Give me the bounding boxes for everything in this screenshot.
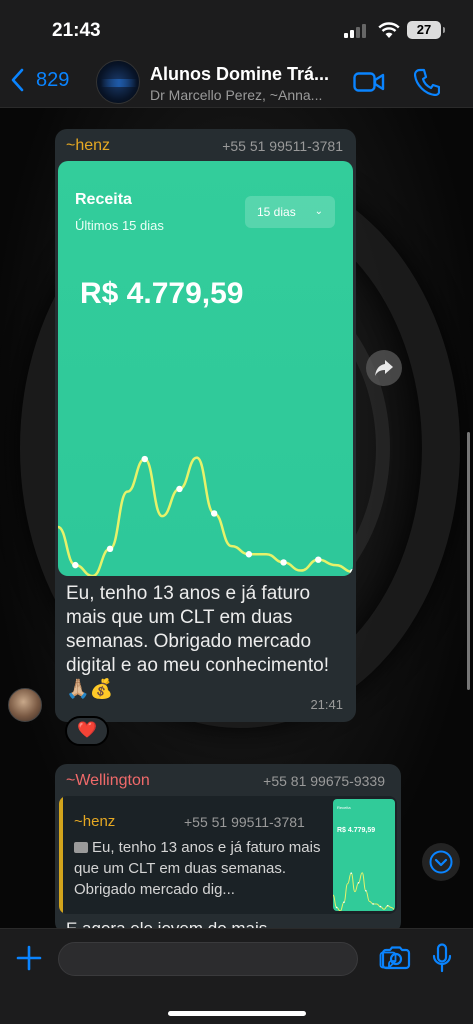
- scroll-indicator[interactable]: [467, 432, 470, 690]
- message-bubble[interactable]: ~henz +55 51 99511-3781 Receita Últimos …: [55, 129, 356, 722]
- message-sender[interactable]: ~Wellington: [66, 772, 150, 790]
- chart-point: [379, 905, 382, 908]
- group-avatar[interactable]: [96, 60, 140, 104]
- quoted-sender: ~henz: [74, 813, 116, 830]
- chevron-down-circle-icon: [429, 850, 453, 874]
- chat-header: 829 Alunos Domine Trá... Dr Marcello Per…: [0, 56, 473, 108]
- compose-bar: [0, 928, 473, 1024]
- message-sender[interactable]: ~henz: [66, 137, 110, 155]
- message-sender-phone: +55 81 99675-9339: [263, 773, 385, 789]
- chart-point: [106, 545, 114, 552]
- plus-icon[interactable]: [16, 945, 42, 971]
- thumbnail-value: R$ 4.779,59: [337, 827, 376, 834]
- status-time: 21:43: [52, 20, 101, 41]
- chart-point: [343, 901, 345, 903]
- message-sender-phone: +55 51 99511-3781: [222, 138, 343, 154]
- scroll-to-bottom-button[interactable]: [422, 843, 460, 881]
- message-bubble[interactable]: ~Wellington +55 81 99675-9339 ~henz +55 …: [55, 764, 401, 934]
- message-input[interactable]: [58, 942, 397, 976]
- battery-indicator: 27: [407, 21, 445, 39]
- home-indicator: [168, 1011, 306, 1016]
- thumbnail-chart: [333, 872, 395, 911]
- unread-count: 829: [36, 68, 70, 91]
- quoted-text: Eu, tenho 13 anos e já faturo mais que u…: [74, 839, 321, 898]
- chart-point: [141, 455, 148, 463]
- back-button[interactable]: 829: [10, 68, 69, 92]
- chevron-down-icon: ⌄: [314, 206, 323, 217]
- message-text: Eu, tenho 13 anos e já faturo mais que u…: [66, 583, 329, 700]
- quoted-image-thumbnail: Receita R$ 4.779,59: [333, 799, 395, 911]
- quoted-phone: +55 51 99511-3781: [184, 814, 305, 830]
- quoted-text-block: Eu, tenho 13 anos e já faturo mais que u…: [74, 837, 329, 900]
- phone-icon[interactable]: [414, 68, 440, 96]
- revenue-period-label: Últimos 15 dias: [75, 218, 164, 233]
- period-select: 15 dias ⌄: [245, 196, 335, 228]
- message-time: 21:41: [310, 697, 343, 712]
- quoted-message[interactable]: ~henz +55 51 99511-3781 Eu, tenho 13 ano…: [59, 796, 397, 914]
- revenue-title: Receita: [75, 191, 132, 208]
- chart-point: [357, 882, 360, 884]
- chart-series-line: [333, 872, 395, 911]
- chart-point: [335, 906, 338, 909]
- video-camera-icon[interactable]: [353, 70, 385, 94]
- chart-point: [176, 485, 183, 493]
- message-image[interactable]: Receita Últimos 15 dias 15 dias ⌄ R$ 4.7…: [58, 161, 353, 576]
- sender-avatar[interactable]: [8, 688, 42, 722]
- share-forward-icon: [375, 360, 393, 376]
- chart-point: [210, 510, 218, 517]
- reaction-badge[interactable]: ❤️: [65, 716, 109, 746]
- period-select-value: 15 dias: [257, 205, 296, 219]
- chart-series-line: [58, 456, 353, 576]
- thumbnail-title: Receita: [337, 805, 351, 810]
- chart-point: [349, 568, 353, 576]
- camera-icon: [74, 842, 88, 853]
- heart-reaction-icon: ❤️: [77, 722, 97, 739]
- chart-point: [386, 904, 389, 907]
- cellular-signal-icon: [344, 24, 366, 38]
- chart-point: [280, 559, 287, 566]
- chart-point: [350, 872, 353, 874]
- chart-point: [315, 556, 322, 563]
- status-bar: 21:43 27: [0, 0, 473, 56]
- wifi-icon: [378, 22, 400, 38]
- quote-accent-bar: [59, 796, 63, 914]
- microphone-icon[interactable]: [432, 943, 452, 973]
- chat-participants[interactable]: Dr Marcello Perez, ~Anna...: [150, 87, 322, 103]
- chart-point: [365, 889, 367, 892]
- chart-point: [72, 561, 79, 569]
- camera-icon[interactable]: [381, 946, 411, 970]
- revenue-value: R$ 4.779,59: [80, 277, 244, 310]
- chart-point: [245, 551, 253, 558]
- group-logo-icon: [101, 79, 137, 87]
- chevron-left-icon: [11, 68, 24, 92]
- forward-button[interactable]: [366, 350, 402, 386]
- chart-point: [372, 903, 374, 905]
- revenue-line-chart: [58, 455, 353, 576]
- chat-title[interactable]: Alunos Domine Trá...: [150, 64, 329, 85]
